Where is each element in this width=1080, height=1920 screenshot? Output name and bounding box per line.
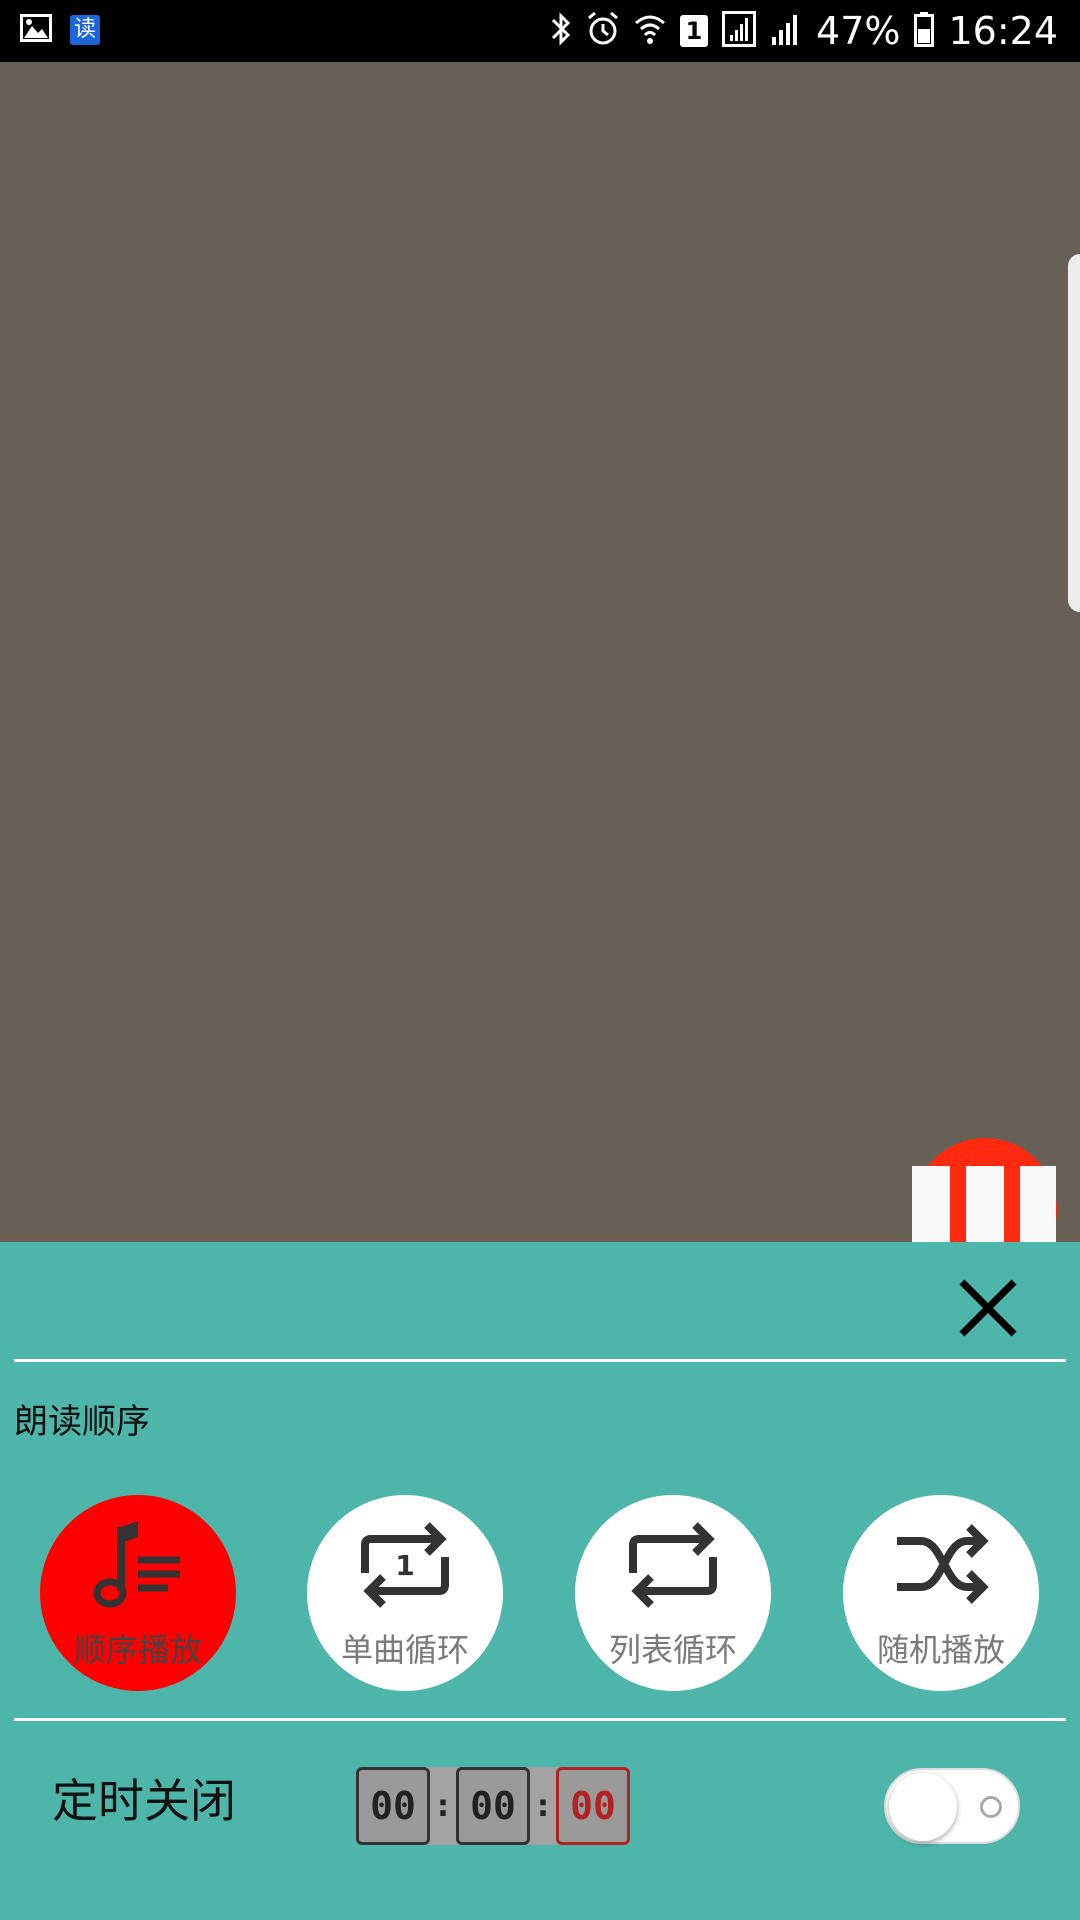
timer-separator: : bbox=[537, 1788, 549, 1824]
timer-minutes[interactable]: 00 bbox=[456, 1767, 530, 1845]
status-bar: 读 1 47% 16:24 bbox=[0, 0, 1080, 62]
bluetooth-icon bbox=[550, 11, 572, 51]
section-title: 朗读顺序 bbox=[14, 1402, 150, 1442]
timer-seconds[interactable]: 00 bbox=[556, 1767, 630, 1845]
mode-label: 顺序播放 bbox=[73, 1631, 202, 1669]
timer-display[interactable]: 00 : 00 : 00 bbox=[356, 1767, 630, 1845]
timer-label: 定时关闭 bbox=[52, 1774, 236, 1828]
sim-icon: 1 bbox=[680, 15, 709, 47]
gallery-icon bbox=[20, 14, 52, 46]
timer-toggle[interactable] bbox=[884, 1768, 1020, 1844]
toggle-knob bbox=[889, 1773, 957, 1841]
repeat-icon bbox=[629, 1522, 717, 1608]
mode-shuffle-button[interactable]: 随机播放 bbox=[843, 1495, 1039, 1691]
mode-label: 列表循环 bbox=[608, 1631, 737, 1669]
mode-sequential-button[interactable]: 顺序播放 bbox=[40, 1495, 236, 1691]
alarm-icon bbox=[586, 11, 620, 51]
timer-hours[interactable]: 00 bbox=[356, 1767, 430, 1845]
timer-separator: : bbox=[437, 1788, 449, 1824]
mode-label: 随机播放 bbox=[876, 1631, 1005, 1669]
mode-label: 单曲循环 bbox=[340, 1631, 469, 1669]
music-list-icon bbox=[93, 1521, 180, 1608]
shuffle-icon bbox=[897, 1524, 989, 1604]
signal-icon bbox=[722, 11, 757, 51]
content-area bbox=[0, 62, 1080, 1242]
signal-bars-icon bbox=[770, 11, 802, 51]
read-app-icon: 读 bbox=[70, 15, 100, 45]
mode-repeat-one-button[interactable]: 1 单曲循环 bbox=[307, 1495, 503, 1691]
close-icon[interactable] bbox=[952, 1272, 1024, 1344]
svg-text:1: 1 bbox=[395, 1549, 414, 1582]
divider bbox=[14, 1718, 1066, 1721]
battery-percent: 47% bbox=[816, 9, 901, 53]
mode-repeat-list-button[interactable]: 列表循环 bbox=[575, 1495, 771, 1691]
divider bbox=[14, 1359, 1066, 1362]
edge-panel-handle[interactable] bbox=[1068, 254, 1080, 612]
wifi-icon bbox=[634, 11, 666, 51]
clock: 16:24 bbox=[948, 9, 1058, 53]
repeat-one-icon: 1 bbox=[361, 1522, 449, 1608]
battery-icon bbox=[914, 11, 935, 51]
toggle-off-icon bbox=[980, 1796, 1002, 1818]
